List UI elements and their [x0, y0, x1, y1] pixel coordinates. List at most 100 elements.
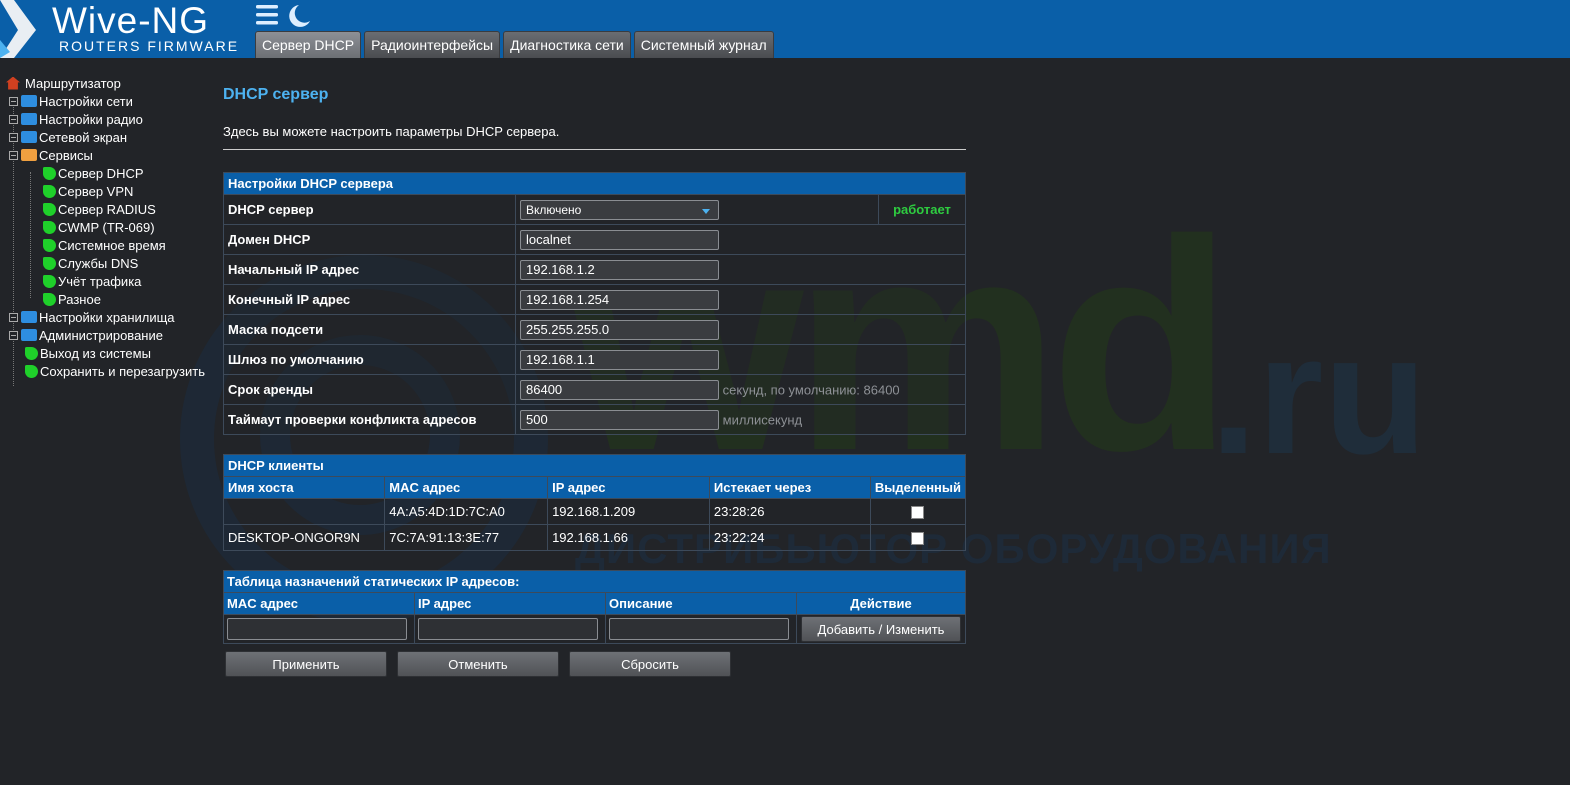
static-ip-table: Таблица назначений статических IP адресо…: [223, 570, 966, 644]
leaf-icon: [43, 238, 56, 252]
leaf-icon: [25, 346, 38, 360]
column-header: Выделенный: [869, 476, 967, 499]
field-label: Начальный IP адрес: [223, 254, 516, 285]
lease-time-input[interactable]: [520, 379, 719, 400]
folder-icon: [21, 113, 37, 125]
menu-icon[interactable]: [256, 5, 278, 25]
sidebar-item-misc[interactable]: Разное: [6, 290, 216, 308]
apply-button[interactable]: Применить: [225, 651, 387, 677]
leaf-icon: [43, 256, 56, 270]
leaf-icon: [43, 166, 56, 180]
section-header: DHCP клиенты: [223, 454, 966, 477]
sidebar-item-firewall[interactable]: Сетевой экран: [6, 128, 216, 146]
sidebar-item-vpn-server[interactable]: Сервер VPN: [6, 182, 216, 200]
column-header: MAC адрес: [223, 592, 415, 615]
reset-button[interactable]: Сбросить: [569, 651, 731, 677]
main-content: DHCP сервер Здесь вы можете настроить па…: [222, 80, 967, 677]
cell-ip: 192.168.1.209: [547, 498, 710, 525]
sidebar-item-dhcp-server[interactable]: Сервер DHCP: [6, 164, 216, 182]
expand-icon[interactable]: [9, 132, 18, 142]
subnet-mask-input[interactable]: [520, 319, 719, 340]
column-header: IP адрес: [547, 476, 710, 499]
cell-mac: 7C:7A:91:13:3E:77: [384, 524, 549, 551]
sidebar-item-save-reboot[interactable]: Сохранить и перезагрузить: [6, 362, 216, 380]
conflict-hint: миллисекунд: [722, 412, 803, 427]
sidebar-tree: Маршрутизатор Настройки сети Настройки р…: [6, 74, 216, 386]
logo-icon: [0, 0, 36, 58]
sidebar-item-radio-settings[interactable]: Настройки радио: [6, 110, 216, 128]
dhcp-clients-table: DHCP клиенты Имя хоста MAC адрес IP адре…: [222, 454, 967, 551]
sidebar-item-logout[interactable]: Выход из системы: [6, 344, 216, 362]
cell-hostname: [222, 498, 386, 525]
table-row: 4A:A5:4D:1D:7C:A0 192.168.1.209 23:28:26: [222, 498, 967, 525]
add-edit-button[interactable]: Добавить / Изменить: [801, 616, 961, 642]
sidebar-item-network-settings[interactable]: Настройки сети: [6, 92, 216, 110]
sidebar-root-router[interactable]: Маршрутизатор: [6, 74, 216, 92]
expand-icon[interactable]: [9, 96, 18, 106]
lease-hint: секунд, по умолчанию: 86400: [722, 382, 900, 397]
tab-system-log[interactable]: Системный журнал: [633, 31, 774, 58]
sidebar-item-services[interactable]: Сервисы: [6, 146, 216, 164]
header-icons: [256, 5, 310, 27]
field-label: Маска подсети: [223, 314, 516, 345]
folder-open-icon: [21, 149, 37, 161]
section-header: Таблица назначений статических IP адресо…: [223, 570, 966, 593]
field-label: Конечный IP адрес: [223, 284, 516, 315]
start-ip-input[interactable]: [520, 259, 719, 280]
leaf-icon: [43, 184, 56, 198]
tab-bar: Сервер DHCP Радиоинтерфейсы Диагностика …: [255, 31, 774, 58]
leaf-icon: [43, 274, 56, 288]
reserved-checkbox[interactable]: [911, 532, 925, 546]
column-header: Действие: [796, 592, 966, 615]
table-row: DESKTOP-ONGOR9N 7C:7A:91:13:3E:77 192.16…: [222, 524, 967, 551]
dhcp-status: работает: [878, 194, 966, 225]
leaf-icon: [43, 220, 56, 234]
logo-title: Wive-NG: [52, 0, 210, 41]
sidebar-item-traffic-accounting[interactable]: Учёт трафика: [6, 272, 216, 290]
cell-ip: 192.168.1.66: [547, 524, 710, 551]
tab-radio-interfaces[interactable]: Радиоинтерфейсы: [364, 31, 501, 58]
sidebar-item-dns-services[interactable]: Службы DNS: [6, 254, 216, 272]
dhcp-server-select[interactable]: Включено: [520, 199, 719, 220]
end-ip-input[interactable]: [520, 289, 719, 310]
divider: [223, 149, 966, 150]
column-header: Истекает через: [708, 476, 871, 499]
dhcp-domain-input[interactable]: [520, 229, 719, 250]
column-header: Имя хоста: [222, 476, 386, 499]
static-mac-input[interactable]: [227, 618, 407, 640]
sidebar-item-cwmp[interactable]: CWMP (TR-069): [6, 218, 216, 236]
sidebar-item-storage-settings[interactable]: Настройки хранилища: [6, 308, 216, 326]
cancel-button[interactable]: Отменить: [397, 651, 559, 677]
action-buttons: Применить Отменить Сбросить: [223, 651, 966, 677]
logo-subtitle: ROUTERS FIRMWARE: [59, 38, 240, 54]
folder-icon: [21, 131, 37, 143]
gateway-input[interactable]: [520, 349, 719, 370]
leaf-icon: [43, 202, 56, 216]
field-label: Таймаут проверки конфликта адресов: [223, 404, 516, 435]
folder-icon: [21, 95, 37, 107]
expand-icon[interactable]: [9, 312, 18, 322]
expand-icon[interactable]: [9, 330, 18, 340]
static-ip-input[interactable]: [418, 618, 598, 640]
reserved-checkbox[interactable]: [911, 506, 925, 520]
field-label: Шлюз по умолчанию: [223, 344, 516, 375]
leaf-icon: [25, 364, 38, 378]
folder-icon: [21, 311, 37, 323]
static-description-input[interactable]: [609, 618, 789, 640]
tab-dhcp-server[interactable]: Сервер DHCP: [255, 31, 362, 58]
sidebar-item-system-time[interactable]: Системное время: [6, 236, 216, 254]
sidebar-item-radius-server[interactable]: Сервер RADIUS: [6, 200, 216, 218]
dhcp-settings-table: Настройки DHCP сервера DHCP сервер Включ…: [223, 172, 966, 435]
moon-icon[interactable]: [289, 5, 310, 27]
expand-icon[interactable]: [9, 114, 18, 124]
column-header: Описание: [605, 592, 797, 615]
tab-network-diagnostics[interactable]: Диагностика сети: [503, 31, 631, 58]
field-label: Срок аренды: [223, 374, 516, 405]
conflict-timeout-input[interactable]: [520, 409, 719, 430]
sidebar-item-administration[interactable]: Администрирование: [6, 326, 216, 344]
column-header: IP адрес: [414, 592, 606, 615]
top-header: Wive-NG ROUTERS FIRMWARE Сервер DHCP Рад…: [0, 0, 1570, 58]
collapse-icon[interactable]: [9, 150, 18, 160]
cell-expires: 23:28:26: [708, 498, 871, 525]
page-description: Здесь вы можете настроить параметры DHCP…: [223, 124, 560, 139]
